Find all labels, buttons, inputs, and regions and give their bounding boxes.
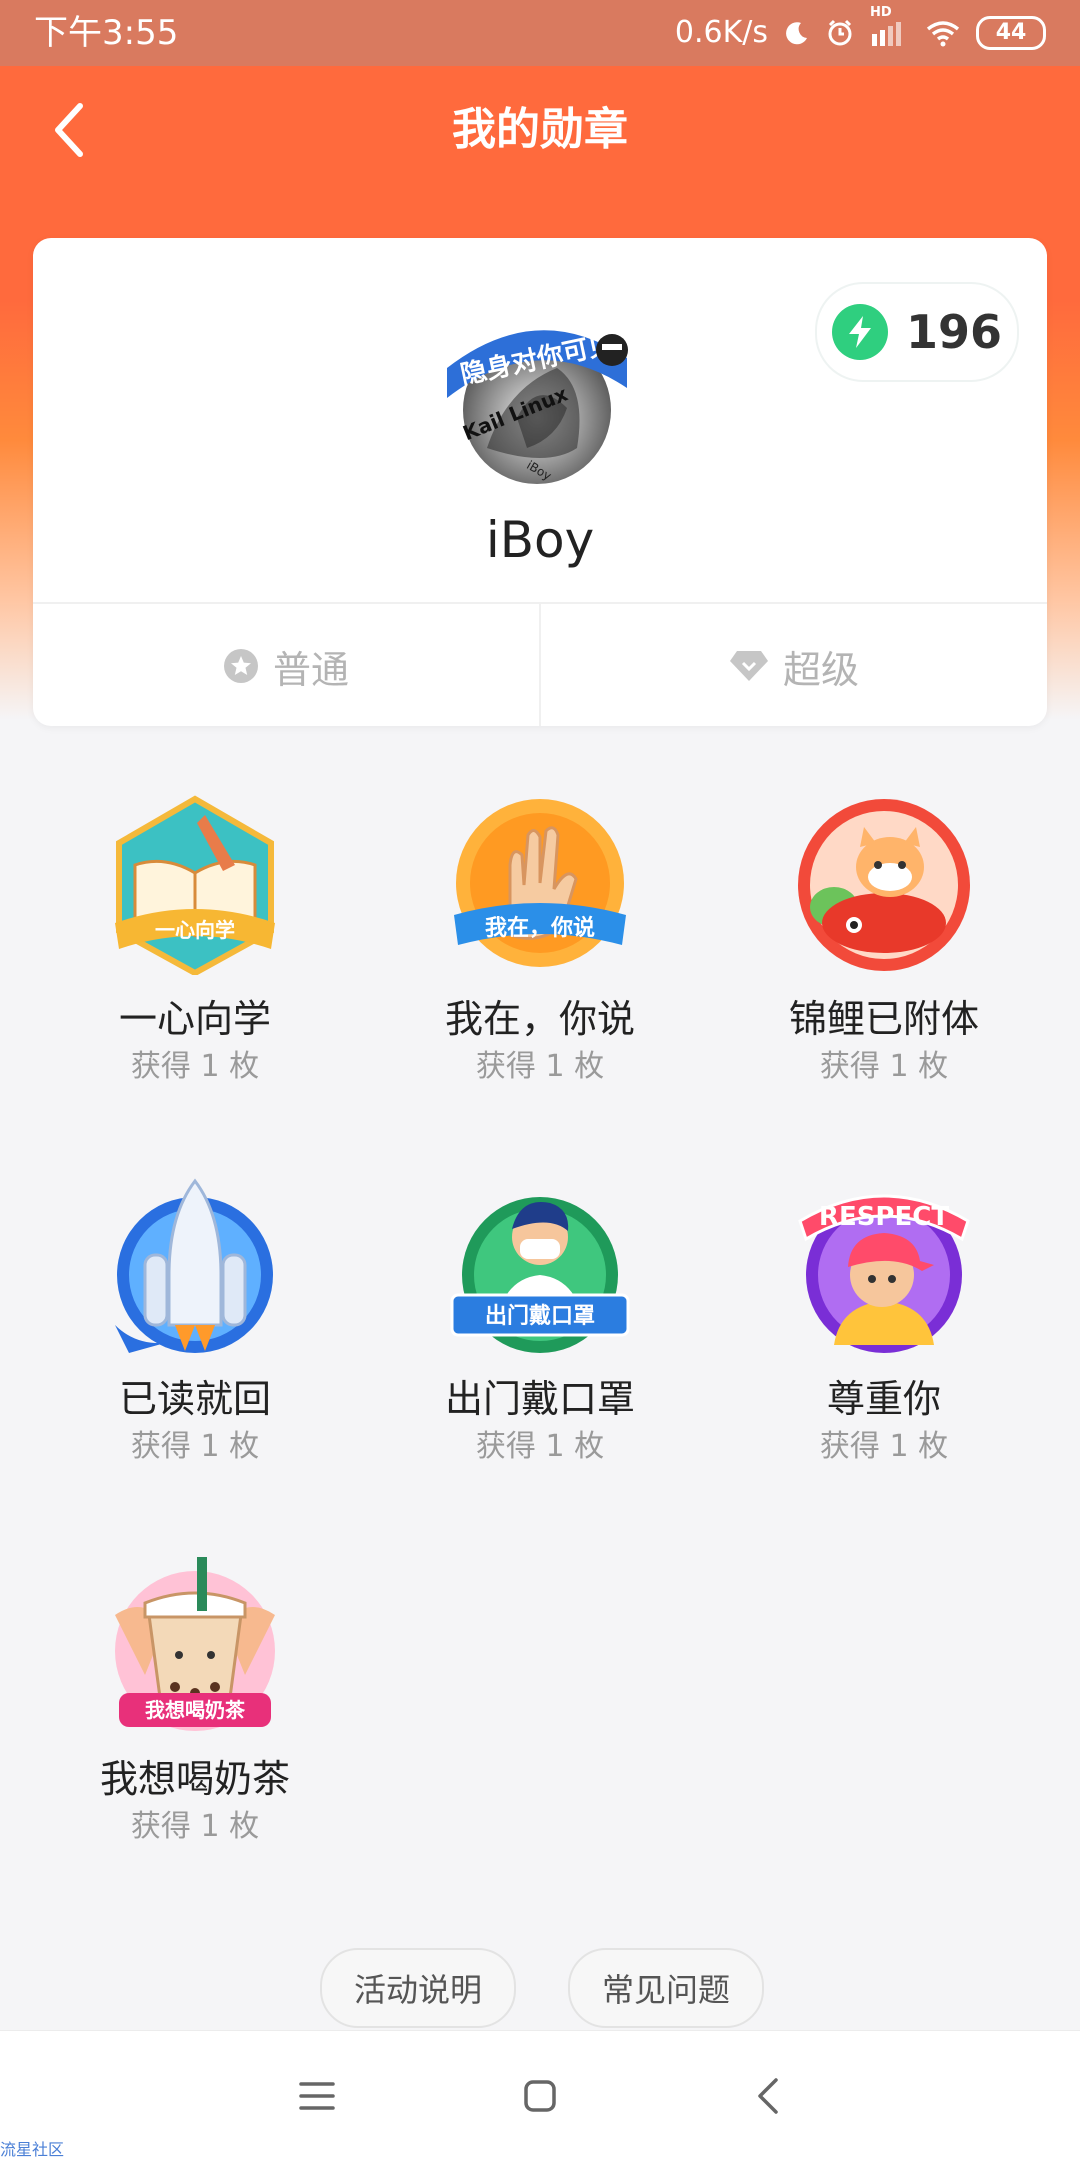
avatar[interactable]: 隐身对你可见 Kail Linux iBoy [437, 298, 637, 498]
wifi-icon [926, 10, 960, 56]
points-badge[interactable]: 196 [815, 282, 1019, 382]
medals-page: 下午3:55 0.6K/s HD 44 我的勋章 隐身对你可见 Kail Lin… [0, 0, 1080, 2160]
faq-button[interactable]: 常见问题 [568, 1948, 764, 2028]
battery-icon: 44 [976, 16, 1046, 50]
mask-medal-ribbon-text: 出门戴口罩 [485, 1303, 595, 1329]
medal-item[interactable]: 出门戴口罩 出门戴口罩 获得 1 枚 [368, 1175, 712, 1495]
back-icon [758, 2078, 778, 2114]
medal-name: 我想喝奶茶 [99, 1757, 290, 1801]
status-bar: 下午3:55 0.6K/s HD 44 [0, 0, 1080, 66]
alarm-icon [826, 10, 854, 56]
respect-medal-ribbon-text: RESPECT [819, 1202, 949, 1232]
star-circle-icon [223, 649, 258, 683]
profile-card: 隐身对你可见 Kail Linux iBoy iBoy 196 普通 超级 [33, 238, 1047, 726]
signal-icon: HD [870, 6, 910, 56]
medal-item[interactable]: 已读就回 获得 1 枚 [23, 1175, 367, 1495]
ok-hand-medal-ribbon-text: 我在，你说 [485, 915, 595, 941]
menu-button[interactable] [282, 2061, 352, 2131]
medal-item[interactable]: RESPECT 尊重你 获得 1 枚 [712, 1175, 1056, 1495]
diamond-icon [729, 651, 768, 681]
tab-super-label: 超级 [782, 647, 859, 692]
medal-count: 获得 1 枚 [130, 1429, 260, 1464]
medal-count: 获得 1 枚 [819, 1429, 949, 1464]
milk-tea-medal-ribbon-text: 我想喝奶茶 [145, 1698, 246, 1722]
moon-icon [784, 10, 810, 56]
signal-hd-label: HD [870, 5, 892, 20]
medal-name: 已读就回 [118, 1377, 271, 1421]
mask-medal-icon: 出门戴口罩 [450, 1175, 630, 1355]
watermark: 流星社区 [0, 2140, 65, 2159]
system-nav-bar [0, 2030, 1080, 2160]
home-icon [524, 2080, 556, 2112]
status-icons: 0.6K/s HD 44 [674, 6, 1046, 56]
tab-normal-label: 普通 [272, 647, 349, 692]
lightning-icon [831, 304, 888, 360]
medal-name: 锦鲤已附体 [788, 997, 979, 1041]
tab-super[interactable]: 超级 [539, 604, 1047, 726]
medal-name: 我在，你说 [444, 997, 635, 1041]
koi-cat-medal-icon [794, 795, 974, 975]
system-back-button[interactable] [733, 2061, 803, 2131]
medal-item[interactable]: 锦鲤已附体 获得 1 枚 [712, 795, 1056, 1115]
respect-medal-icon: RESPECT [794, 1175, 974, 1355]
medal-count: 获得 1 枚 [475, 1429, 605, 1464]
activity-info-button[interactable]: 活动说明 [320, 1948, 516, 2028]
network-speed: 0.6K/s [674, 15, 768, 50]
milk-tea-medal-icon: 我想喝奶茶 [105, 1555, 285, 1735]
ok-hand-medal-icon: 我在，你说 [450, 795, 630, 975]
book-medal-ribbon-text: 一心向学 [155, 918, 235, 942]
medal-count: 获得 1 枚 [130, 1809, 260, 1844]
medal-name: 尊重你 [826, 1377, 941, 1421]
medal-count: 获得 1 枚 [130, 1049, 260, 1084]
medal-count: 获得 1 枚 [475, 1049, 605, 1084]
medal-count: 获得 1 枚 [819, 1049, 949, 1084]
medal-type-tabs: 普通 超级 [33, 602, 1047, 726]
menu-icon [299, 2082, 335, 2110]
home-button[interactable] [505, 2061, 575, 2131]
rocket-medal-icon [105, 1175, 285, 1355]
medal-item[interactable]: 一心向学 一心向学 获得 1 枚 [23, 795, 367, 1115]
medal-name: 一心向学 [118, 997, 271, 1041]
medal-item[interactable]: 我在，你说 我在，你说 获得 1 枚 [368, 795, 712, 1115]
username: iBoy [485, 511, 595, 569]
page-title: 我的勋章 [452, 104, 628, 155]
points-value: 196 [905, 305, 1003, 359]
status-time: 下午3:55 [34, 13, 179, 53]
tab-normal[interactable]: 普通 [33, 604, 539, 726]
medal-item[interactable]: 我想喝奶茶 我想喝奶茶 获得 1 枚 [23, 1555, 367, 1875]
book-medal-icon: 一心向学 [105, 795, 285, 977]
medal-name: 出门戴口罩 [444, 1377, 635, 1421]
